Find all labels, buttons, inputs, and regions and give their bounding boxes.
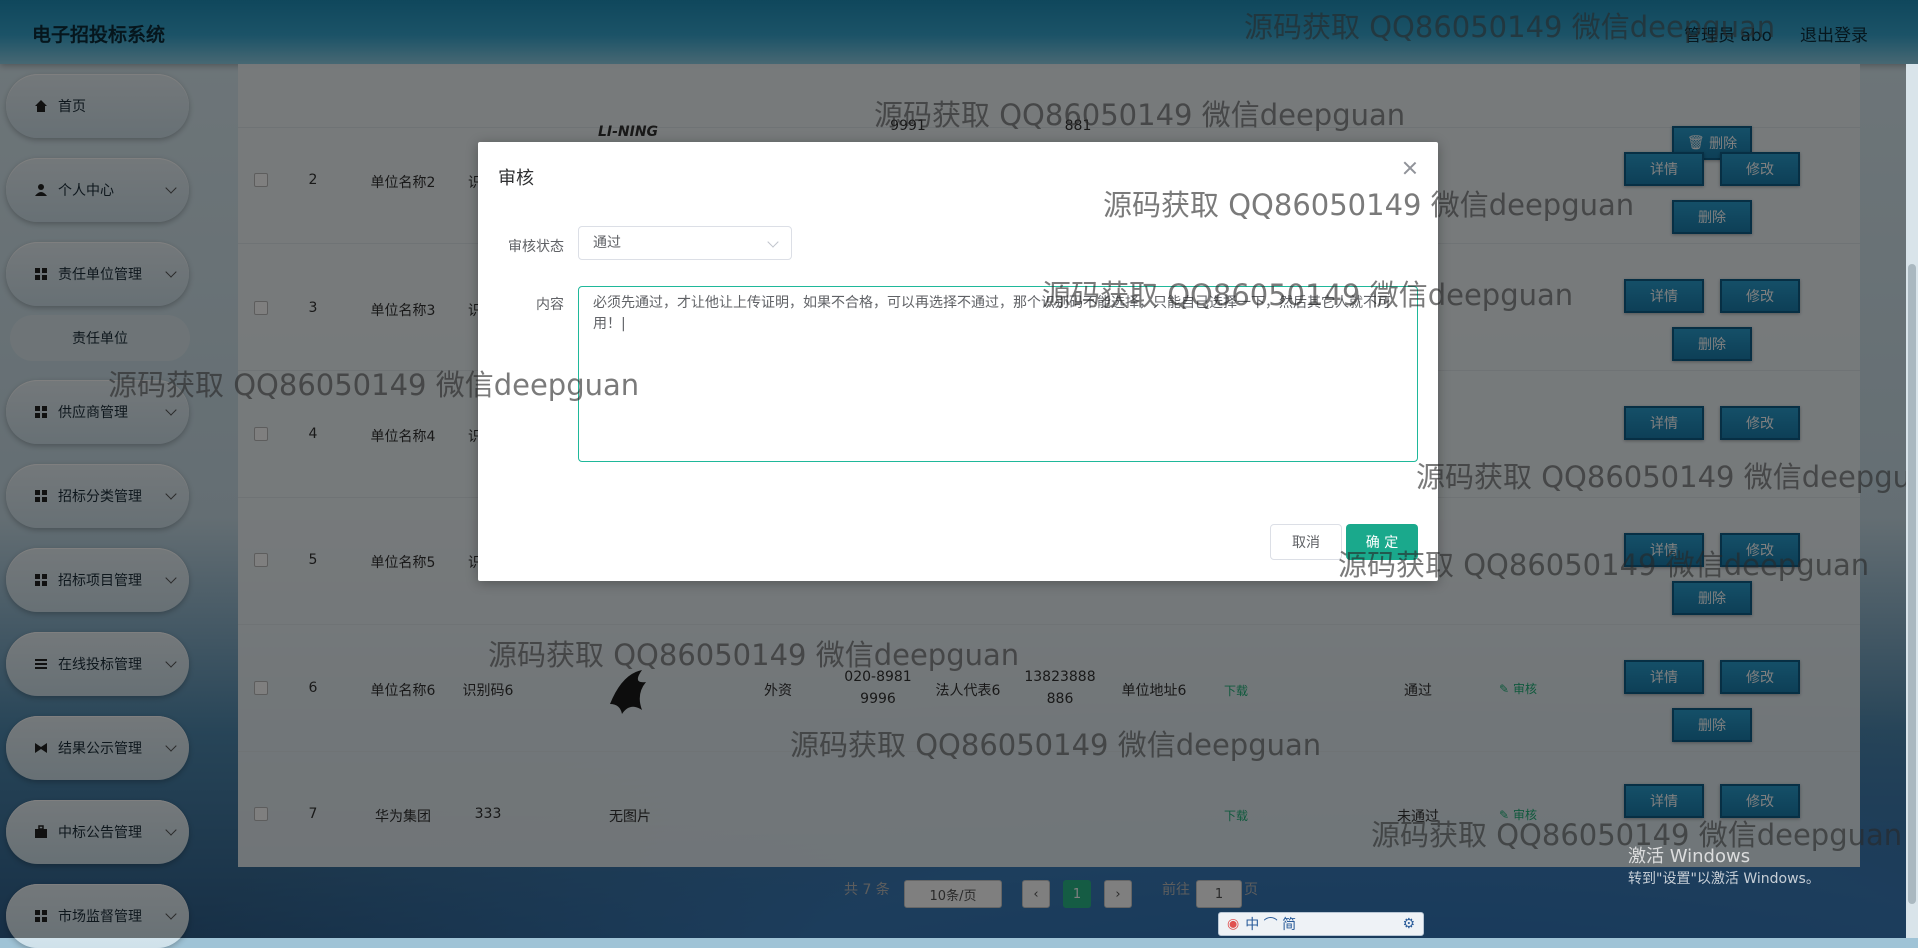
windows-activation-title: 激活 Windows <box>1628 846 1751 867</box>
close-icon[interactable] <box>1402 160 1418 176</box>
windows-activation-hint: 转到"设置"以激活 Windows。 <box>1628 871 1820 887</box>
watermark: 源码获取 QQ86050149 微信deepguan <box>874 98 1406 132</box>
watermark: 源码获取 QQ86050149 微信deepguan <box>1416 460 1918 494</box>
status-select[interactable]: 通过 <box>578 226 792 260</box>
watermark: 源码获取 QQ86050149 微信deepguan <box>108 368 640 402</box>
ime-toolbar[interactable]: ◉ 中 ⌒ 简 ⚙ <box>1218 912 1424 936</box>
watermark: 源码获取 QQ86050149 微信deepguan <box>488 638 1020 672</box>
watermark: 源码获取 QQ86050149 微信deepguan <box>790 728 1322 762</box>
watermark: 源码获取 QQ86050149 微信deepguan <box>1338 548 1870 582</box>
dialog-title: 审核 <box>498 168 534 189</box>
watermark: 源码获取 QQ86050149 微信deepguan <box>1042 278 1574 312</box>
watermark: 源码获取 QQ86050149 微信deepguan <box>1103 188 1635 222</box>
status-label: 审核状态 <box>508 239 564 255</box>
watermark: 源码获取 QQ86050149 微信deepguan <box>1244 10 1776 44</box>
gear-icon: ⚙ <box>1402 916 1415 932</box>
scrollbar-thumb[interactable] <box>1908 264 1916 904</box>
chevron-down-icon <box>767 236 779 248</box>
ime-logo-icon: ◉ <box>1227 916 1240 932</box>
ime-status: 中 ⌒ 简 <box>1245 917 1297 933</box>
vertical-scrollbar[interactable] <box>1906 64 1918 938</box>
cancel-button[interactable]: 取消 <box>1270 524 1342 560</box>
status-value: 通过 <box>593 235 621 251</box>
content-label: 内容 <box>536 297 564 313</box>
